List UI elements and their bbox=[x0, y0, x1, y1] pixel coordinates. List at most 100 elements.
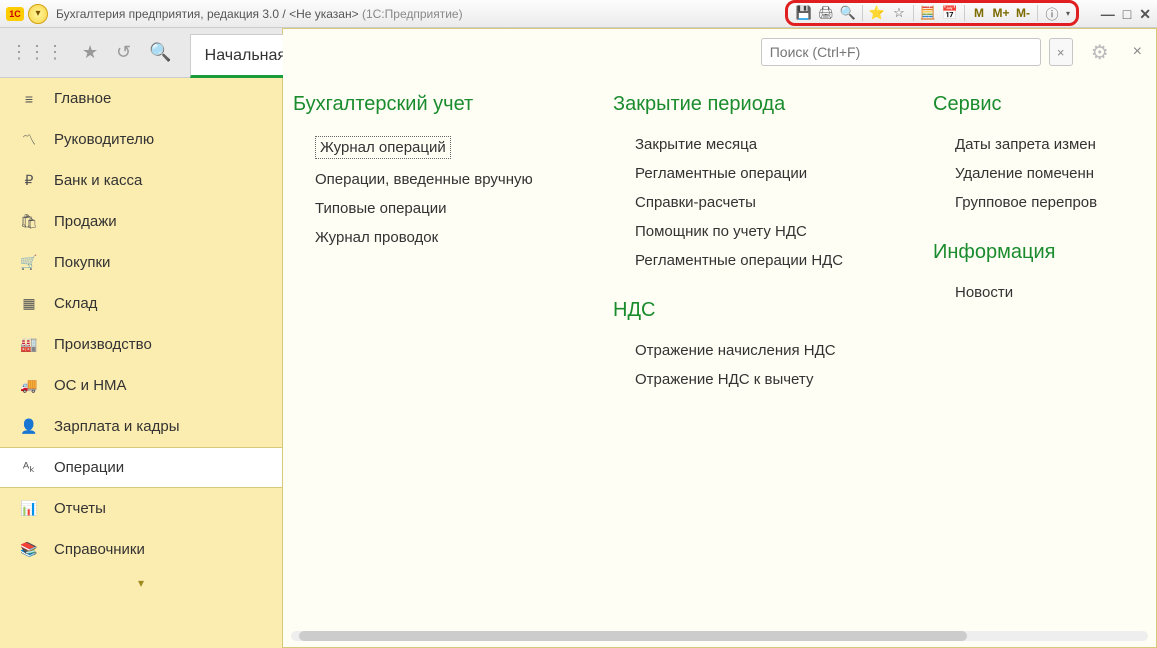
save-icon[interactable]: 💾 bbox=[794, 4, 814, 22]
sidebar-item-purchases[interactable]: 🛒 Покупки bbox=[0, 242, 282, 283]
horizontal-scrollbar[interactable] bbox=[291, 631, 1148, 641]
close-button[interactable]: ✕ bbox=[1139, 6, 1151, 23]
link-close-month[interactable]: Закрытие месяца bbox=[613, 130, 893, 159]
sidebar-item-warehouse[interactable]: ▦Склад bbox=[0, 283, 282, 324]
favorite-list-icon[interactable]: ☆ bbox=[889, 4, 909, 22]
scrollbar-thumb[interactable] bbox=[299, 631, 967, 641]
back-button[interactable]: ▾ bbox=[28, 4, 48, 24]
sidebar-item-os-nma[interactable]: 🚚 ОС и НМА bbox=[0, 365, 282, 406]
sidebar-item-reports[interactable]: 📊 Отчеты bbox=[0, 488, 282, 529]
link-calcs[interactable]: Справки-расчеты bbox=[613, 188, 893, 217]
column-period-close: Закрытие периода Закрытие месяца Регламе… bbox=[613, 93, 893, 637]
content-panel: × ⚙ × Бухгалтерский учет Журнал операций… bbox=[283, 28, 1157, 648]
sidebar-item-main[interactable]: ≡ Главное bbox=[0, 78, 282, 119]
sidebar-item-label: Производство bbox=[54, 336, 152, 353]
sidebar-top: ⋮⋮⋮ ★ ↺ 🔍 Начальная bbox=[0, 28, 282, 78]
sidebar-item-label: Зарплата и кадры bbox=[54, 418, 180, 435]
gear-icon[interactable]: ⚙ bbox=[1091, 40, 1109, 65]
section-title-vat: НДС bbox=[613, 299, 893, 322]
cart-icon: 🛒 bbox=[20, 254, 38, 271]
link-date-lock[interactable]: Даты запрета измен bbox=[933, 130, 1113, 159]
link-news[interactable]: Новости bbox=[933, 278, 1113, 307]
link-typical-operations[interactable]: Типовые операции bbox=[293, 194, 573, 223]
separator bbox=[1037, 5, 1038, 21]
link-manual-operations[interactable]: Операции, введенные вручную bbox=[293, 165, 573, 194]
app-toolbar: 💾 🖨 🔍 ⭐ ☆ 🧮 📅 M M+ M- ⓘ ▾ bbox=[785, 0, 1079, 26]
sidebar-more[interactable]: ▾ bbox=[0, 570, 282, 596]
print-icon[interactable]: 🖨 bbox=[816, 4, 836, 22]
window-controls: — □ ✕ bbox=[1101, 0, 1151, 28]
link-vat-accrual[interactable]: Отражение начисления НДС bbox=[613, 336, 893, 365]
title-suffix: (1С:Предприятие) bbox=[362, 7, 463, 21]
sidebar-item-production[interactable]: 🏭 Производство bbox=[0, 324, 282, 365]
close-panel-button[interactable]: × bbox=[1133, 43, 1142, 61]
dtkt-icon: ᴬₖ bbox=[20, 459, 38, 476]
link-vat-deduction[interactable]: Отражение НДС к вычету bbox=[613, 365, 893, 394]
app-logo-icon: 1C bbox=[6, 7, 24, 21]
favorite-add-icon[interactable]: ⭐ bbox=[867, 4, 887, 22]
sidebar-item-label: Отчеты bbox=[54, 500, 106, 517]
content-toolbar: × ⚙ × bbox=[283, 29, 1156, 67]
sidebar-item-label: Главное bbox=[54, 90, 111, 107]
sidebar-item-manager[interactable]: 〽 Руководителю bbox=[0, 119, 282, 160]
search-clear-button[interactable]: × bbox=[1049, 38, 1073, 66]
sidebar-item-label: Справочники bbox=[54, 541, 145, 558]
preview-icon[interactable]: 🔍 bbox=[838, 4, 858, 22]
link-delete-marked[interactable]: Удаление помеченн bbox=[933, 159, 1113, 188]
search-input[interactable] bbox=[761, 38, 1041, 66]
separator bbox=[862, 5, 863, 21]
toolbar-dropdown[interactable]: ▾ bbox=[1066, 9, 1070, 18]
mem-mminus-button[interactable]: M- bbox=[1013, 4, 1033, 22]
section-title-period-close: Закрытие периода bbox=[613, 93, 893, 116]
factory-icon: 🏭 bbox=[20, 336, 38, 353]
column-accounting: Бухгалтерский учет Журнал операций Опера… bbox=[293, 93, 573, 637]
person-icon: 👤 bbox=[20, 418, 38, 435]
sidebar-item-label: Руководителю bbox=[54, 131, 154, 148]
report-icon: 📊 bbox=[20, 500, 38, 517]
separator bbox=[964, 5, 965, 21]
boxes-icon: ▦ bbox=[20, 295, 38, 312]
link-label: Журнал операций bbox=[315, 136, 451, 159]
search-icon[interactable]: 🔍 bbox=[149, 42, 171, 63]
mem-mplus-button[interactable]: M+ bbox=[991, 4, 1011, 22]
section-title-info: Информация bbox=[933, 241, 1113, 264]
star-icon[interactable]: ★ bbox=[82, 42, 98, 63]
sidebar-item-sales[interactable]: 🛍 Продажи bbox=[0, 201, 282, 242]
link-reg-operations[interactable]: Регламентные операции bbox=[613, 159, 893, 188]
maximize-button[interactable]: □ bbox=[1123, 6, 1131, 22]
link-journal-postings[interactable]: Журнал проводок bbox=[293, 223, 573, 252]
sidebar-item-label: Продажи bbox=[54, 213, 117, 230]
separator bbox=[913, 5, 914, 21]
calendar-icon[interactable]: 📅 bbox=[940, 4, 960, 22]
bag-icon: 🛍 bbox=[20, 213, 38, 230]
apps-grid-icon[interactable]: ⋮⋮⋮ bbox=[10, 42, 64, 63]
books-icon: 📚 bbox=[20, 541, 38, 558]
truck-icon: 🚚 bbox=[20, 377, 38, 394]
title-main: Бухгалтерия предприятия, редакция 3.0 / … bbox=[56, 7, 359, 21]
menu-icon: ≡ bbox=[20, 91, 38, 107]
info-icon[interactable]: ⓘ bbox=[1042, 4, 1062, 22]
sidebar-item-operations[interactable]: ᴬₖОперации bbox=[0, 447, 282, 488]
link-reg-vat[interactable]: Регламентные операции НДС bbox=[613, 246, 893, 275]
calc-icon[interactable]: 🧮 bbox=[918, 4, 938, 22]
minimize-button[interactable]: — bbox=[1101, 6, 1115, 22]
sidebar-item-references[interactable]: 📚 Справочники bbox=[0, 529, 282, 570]
sidebar-item-label: ОС и НМА bbox=[54, 377, 127, 394]
window-title: Бухгалтерия предприятия, редакция 3.0 / … bbox=[56, 7, 463, 21]
column-service: Сервис Даты запрета измен Удаление помеч… bbox=[933, 93, 1113, 637]
titlebar: 1C ▾ Бухгалтерия предприятия, редакция 3… bbox=[0, 0, 1157, 28]
link-journal-operations[interactable]: Журнал операций bbox=[293, 130, 573, 165]
content-columns: Бухгалтерский учет Журнал операций Опера… bbox=[283, 67, 1156, 647]
sidebar: ⋮⋮⋮ ★ ↺ 🔍 Начальная ≡ Главное 〽 Руководите… bbox=[0, 28, 283, 648]
link-vat-helper[interactable]: Помощник по учету НДС bbox=[613, 217, 893, 246]
sidebar-item-bank[interactable]: ₽Банк и касса bbox=[0, 160, 282, 201]
sidebar-item-salary[interactable]: 👤 Зарплата и кадры bbox=[0, 406, 282, 447]
mem-m-button[interactable]: M bbox=[969, 4, 989, 22]
section-title-accounting: Бухгалтерский учет bbox=[293, 93, 573, 116]
main-area: ⋮⋮⋮ ★ ↺ 🔍 Начальная ≡ Главное 〽 Руководите… bbox=[0, 28, 1157, 648]
history-icon[interactable]: ↺ bbox=[116, 42, 131, 63]
chart-icon: 〽 bbox=[20, 130, 38, 150]
link-group-repost[interactable]: Групповое перепров bbox=[933, 188, 1113, 217]
section-title-service: Сервис bbox=[933, 93, 1113, 116]
sidebar-item-label: Покупки bbox=[54, 254, 110, 271]
